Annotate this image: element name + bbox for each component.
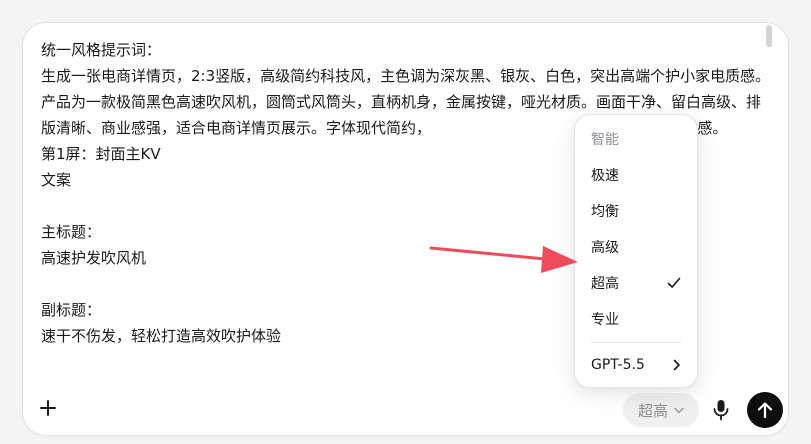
- menu-item-model[interactable]: GPT-5.5: [575, 347, 697, 383]
- model-select-button[interactable]: 超高: [623, 393, 699, 427]
- menu-item-label: GPT-5.5: [591, 357, 645, 373]
- add-attachment-button[interactable]: [37, 397, 59, 419]
- menu-item-label: 极速: [591, 168, 619, 184]
- model-select-label: 超高: [637, 401, 668, 420]
- menu-item-balanced[interactable]: 均衡: [575, 193, 697, 229]
- menu-item-advanced[interactable]: 高级: [575, 229, 697, 265]
- menu-item-label: 超高: [591, 276, 619, 292]
- menu-item-label: 均衡: [591, 204, 619, 220]
- plus-icon: [40, 400, 56, 416]
- checkmark-icon: [667, 277, 681, 288]
- arrow-up-icon: [757, 402, 773, 419]
- chevron-right-icon: [673, 359, 680, 371]
- menu-item-label: 专业: [591, 312, 619, 328]
- menu-header: 智能: [591, 132, 619, 148]
- menu-item-ultra[interactable]: 超高: [575, 265, 697, 301]
- chevron-down-icon: [674, 407, 684, 413]
- menu-divider: [591, 342, 681, 343]
- menu-item-speed[interactable]: 极速: [575, 157, 697, 193]
- microphone-button[interactable]: [709, 397, 733, 423]
- scrollbar[interactable]: [766, 25, 772, 47]
- microphone-icon: [713, 400, 729, 421]
- menu-item-pro[interactable]: 专业: [575, 301, 697, 337]
- send-button[interactable]: [747, 392, 783, 428]
- menu-item-label: 高级: [591, 240, 619, 256]
- model-mode-dropdown: 智能 极速 均衡 高级 超高 专业 GPT-5.5: [574, 114, 698, 388]
